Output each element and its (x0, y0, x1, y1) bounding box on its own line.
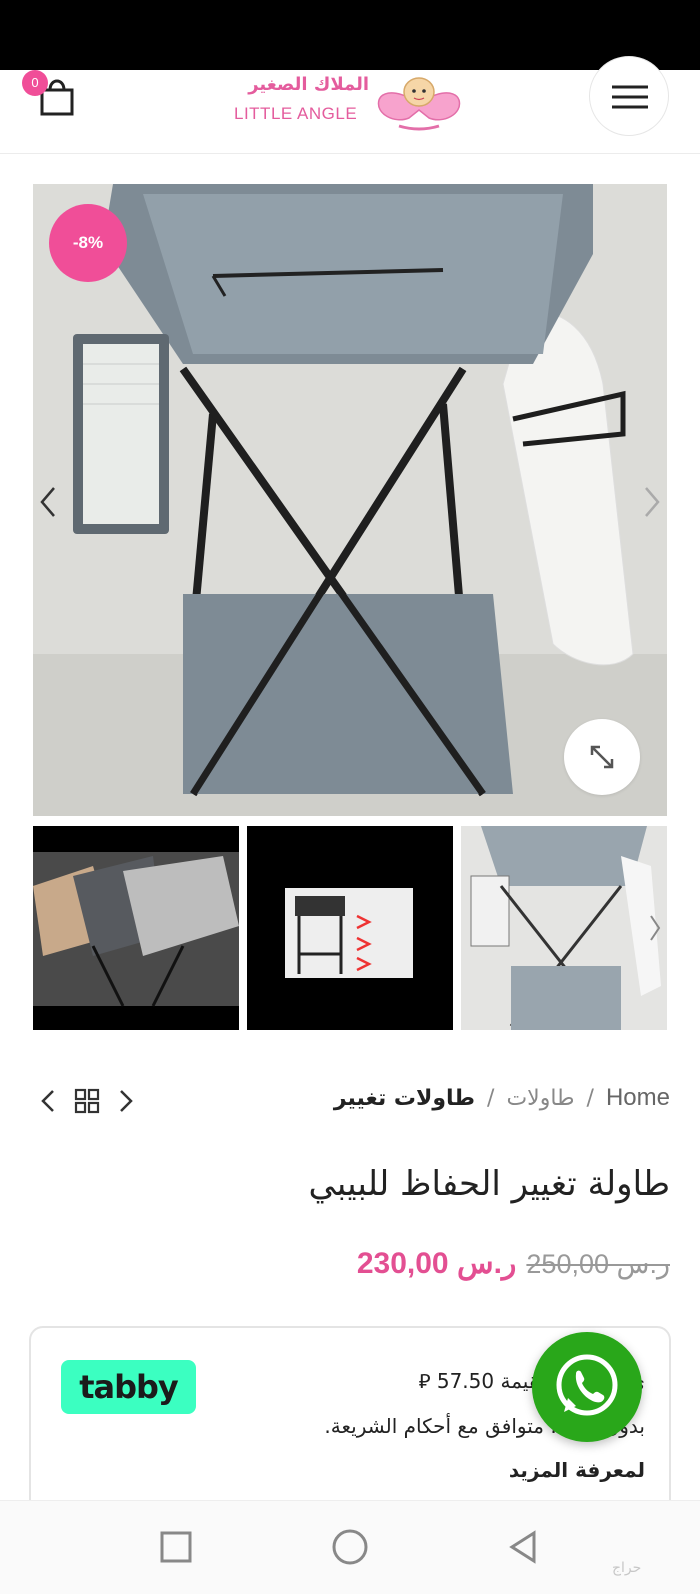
prev-product-button[interactable] (34, 1086, 64, 1116)
logo-arabic-text: الملاك الصغير (248, 74, 369, 95)
image-next-arrow[interactable] (640, 484, 664, 520)
home-button[interactable] (328, 1525, 372, 1569)
thumbnail-image (247, 826, 453, 1030)
tabby-logo[interactable]: tabby (61, 1360, 196, 1414)
whatsapp-chat-button[interactable] (532, 1332, 642, 1442)
image-prev-arrow[interactable] (36, 484, 60, 520)
thumbnail-1[interactable] (33, 826, 239, 1030)
expand-icon (590, 745, 614, 769)
chevron-left-icon (40, 487, 55, 517)
watermark: حراج (612, 1560, 642, 1576)
thumbnail-image (33, 826, 239, 1030)
price-original: 250,00 ر.س (526, 1249, 670, 1279)
product-prices: 230,00 ر.س 250,00 ر.س (357, 1246, 670, 1281)
thumbnail-2[interactable] (247, 826, 453, 1030)
breadcrumb-category-link[interactable]: طاولات (506, 1086, 574, 1111)
recent-apps-button[interactable] (154, 1525, 198, 1569)
whatsapp-icon (556, 1354, 618, 1416)
product-nav-row: طاولات تغيير / طاولات / Home (0, 1082, 700, 1122)
android-navigation-bar (0, 1500, 700, 1594)
menu-button[interactable] (589, 56, 669, 136)
circle-icon (332, 1529, 368, 1565)
chevron-right-icon (645, 487, 660, 517)
cart-button[interactable]: 0 (22, 70, 78, 126)
next-product-button[interactable] (110, 1086, 140, 1116)
chevron-right-icon (120, 1090, 133, 1112)
thumbnail-3[interactable] (461, 826, 667, 1030)
zoom-button[interactable] (564, 719, 640, 795)
angel-logo-icon (377, 77, 461, 131)
thumbnail-image (461, 826, 667, 1030)
breadcrumb-separator: / (586, 1085, 594, 1111)
hamburger-icon (612, 85, 648, 109)
price-current: 230,00 ر.س (356, 1247, 517, 1280)
tabby-learn-more-link[interactable]: لمعرفة المزيد (509, 1458, 645, 1482)
site-logo[interactable]: الملاك الصغير LITTLE ANGLE (232, 70, 477, 134)
all-products-button[interactable] (72, 1086, 102, 1116)
square-icon (160, 1531, 192, 1563)
breadcrumb-separator: / (487, 1085, 495, 1111)
product-title: طاولة تغيير الحفاظ للبيبي (308, 1164, 670, 1204)
breadcrumb-current: طاولات تغيير (333, 1085, 476, 1111)
breadcrumb-home-link[interactable]: Home (606, 1084, 670, 1112)
breadcrumb: طاولات تغيير / طاولات / Home (334, 1084, 670, 1112)
chevron-left-icon (41, 1090, 54, 1112)
logo-english-text: LITTLE ANGLE (234, 104, 358, 123)
site-header: 0 الملاك الصغير LITTLE ANGLE (0, 56, 700, 154)
cart-count-badge: 0 (22, 70, 48, 96)
grid-icon (74, 1088, 100, 1114)
back-button[interactable] (502, 1525, 546, 1569)
triangle-back-icon (509, 1530, 536, 1564)
sale-badge: -8% (49, 204, 127, 282)
